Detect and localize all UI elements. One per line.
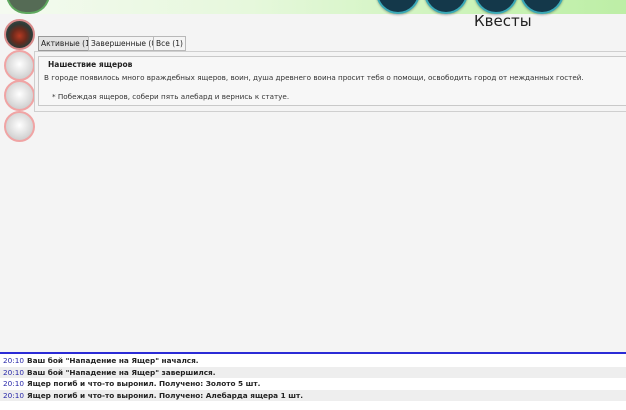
chat-message: 20:10 Ящер погиб и что-то выронил. Получе… (0, 378, 626, 390)
chat-message: 20:10 Ящер погиб и что-то выронил. Получе… (0, 389, 626, 401)
chat-timestamp: 20:10 (3, 379, 25, 388)
side-button-hero[interactable] (4, 19, 35, 50)
chat-log[interactable]: 20:10 Ваш бой "Нападение на Ящер" начался… (0, 352, 626, 410)
side-button-empty-3[interactable] (4, 111, 35, 142)
side-button-empty-2[interactable] (4, 80, 35, 111)
tab-all[interactable]: Все (1) (153, 36, 186, 51)
chat-text: Ящер погиб и что-то выронил. Получено: З… (27, 379, 261, 388)
quest-description: В городе появилось много враждебных ящер… (44, 73, 584, 82)
chat-message: 20:10 Ваш бой "Нападение на Ящер" начался… (0, 355, 626, 367)
chat-timestamp: 20:10 (3, 367, 25, 377)
side-button-empty-1[interactable] (4, 50, 35, 81)
chat-text: Ваш бой "Нападение на Ящер" завершился. (27, 367, 216, 377)
chat-text: Ящер погиб и что-то выронил. Получено: А… (27, 390, 304, 400)
chat-timestamp: 20:10 (3, 390, 25, 400)
tab-completed[interactable]: Завершенные (0) (88, 36, 163, 51)
chat-text: Ваш бой "Нападение на Ящер" начался. (27, 356, 199, 365)
quest-title: Нашествие ящеров (48, 60, 133, 69)
chat-message: 20:10 Ваш бой "Нападение на Ящер" заверши… (0, 366, 626, 378)
quest-task: * Побеждая ящеров, собери пять алебард и… (52, 92, 290, 101)
page-title: Квесты (474, 12, 532, 30)
chat-timestamp: 20:10 (3, 356, 25, 365)
